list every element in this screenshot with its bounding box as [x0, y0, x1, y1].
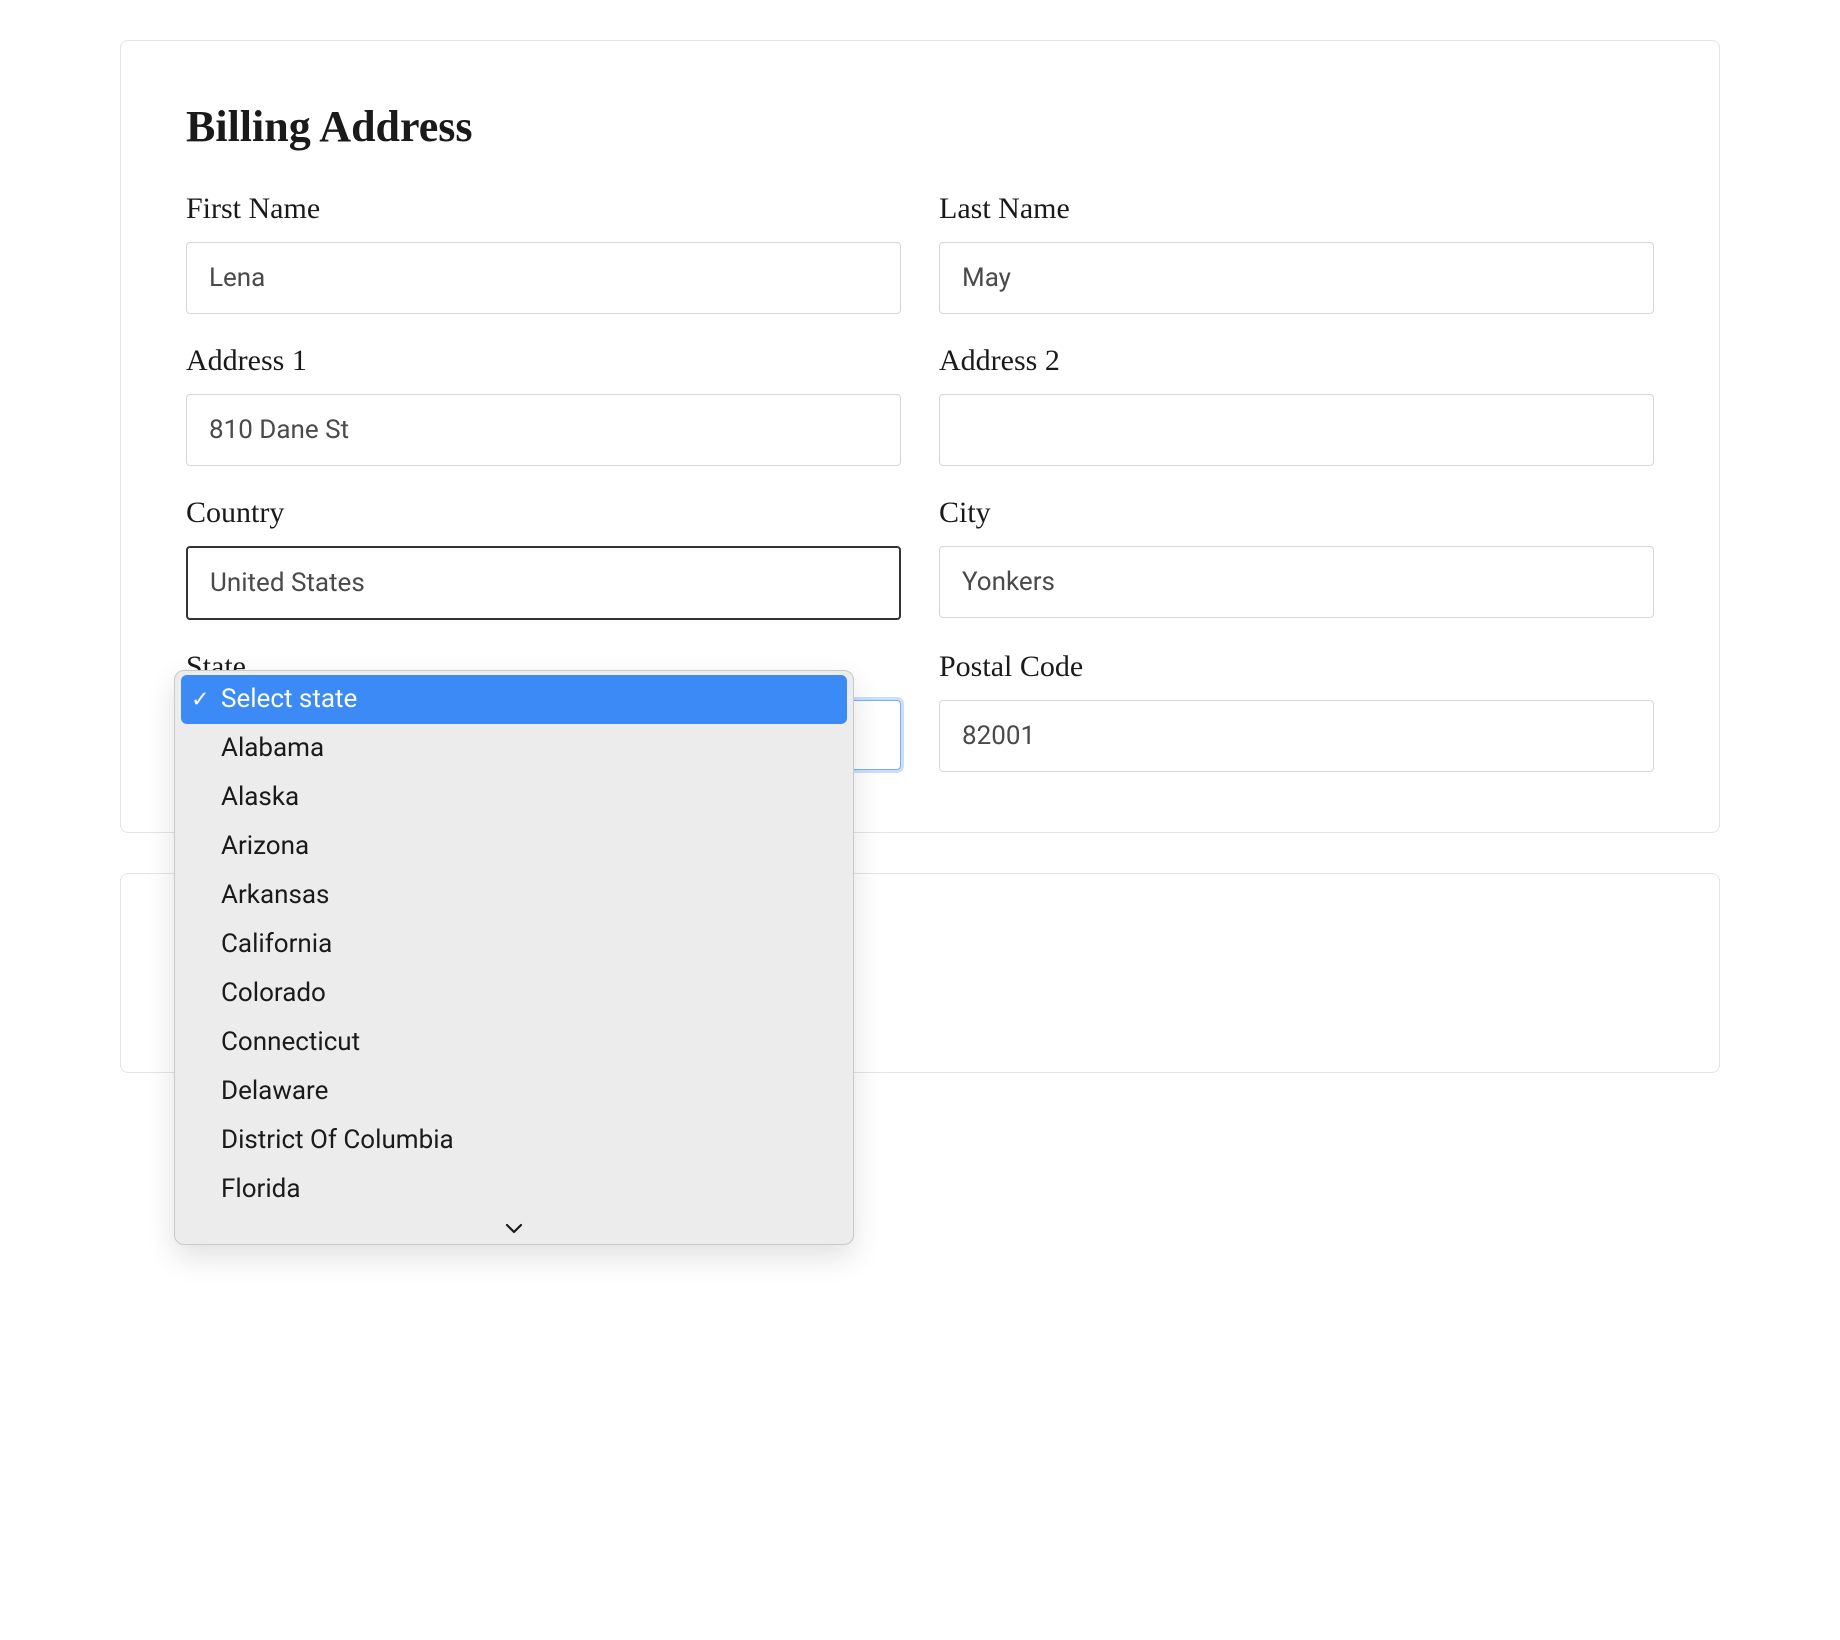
state-option[interactable]: District Of Columbia [181, 1116, 847, 1165]
last-name-group: Last Name [939, 192, 1654, 314]
check-icon: ✓ [191, 683, 209, 716]
state-option[interactable]: Colorado [181, 969, 847, 1018]
state-dropdown[interactable]: ✓ Select state Alabama Alaska Arizona Arkansa… [174, 670, 854, 1245]
postal-code-label: Postal Code [939, 650, 1654, 684]
state-option[interactable]: Arizona [181, 822, 847, 871]
state-option-label: Delaware [221, 1076, 328, 1106]
state-option-label: Arizona [221, 831, 309, 861]
state-option-label: Florida [221, 1174, 300, 1204]
first-name-label: First Name [186, 192, 901, 226]
state-option-label: District Of Columbia [221, 1125, 454, 1155]
address2-input[interactable] [939, 394, 1654, 466]
billing-form-grid: First Name Last Name Address 1 Address 2… [186, 192, 1654, 772]
state-option-label: Alaska [221, 782, 299, 812]
state-option[interactable]: Florida [181, 1165, 847, 1214]
state-option-label: Colorado [221, 978, 326, 1008]
first-name-input[interactable] [186, 242, 901, 314]
last-name-label: Last Name [939, 192, 1654, 226]
billing-address-card: Billing Address First Name Last Name Add… [120, 40, 1720, 833]
state-option-label: Select state [221, 684, 357, 714]
postal-code-input[interactable] [939, 700, 1654, 772]
state-option[interactable]: ✓ Select state [181, 675, 847, 724]
billing-address-title: Billing Address [186, 101, 1654, 152]
country-input[interactable] [186, 546, 901, 620]
state-option[interactable]: Alabama [181, 724, 847, 773]
state-group: State ✓Select stateAlabamaAlaskaArizonaA… [186, 650, 901, 772]
state-option-label: Connecticut [221, 1027, 360, 1057]
first-name-group: First Name [186, 192, 901, 314]
state-option-label: Alabama [221, 733, 324, 763]
state-option[interactable]: California [181, 920, 847, 969]
last-name-input[interactable] [939, 242, 1654, 314]
address2-group: Address 2 [939, 344, 1654, 466]
state-option[interactable]: Connecticut [181, 1018, 847, 1067]
address2-label: Address 2 [939, 344, 1654, 378]
dropdown-scroll-indicator[interactable] [181, 1214, 847, 1238]
address1-input[interactable] [186, 394, 901, 466]
city-label: City [939, 496, 1654, 530]
state-option-label: California [221, 929, 332, 959]
chevron-down-icon [505, 1214, 523, 1239]
city-group: City [939, 496, 1654, 620]
state-option[interactable]: Arkansas [181, 871, 847, 920]
address1-label: Address 1 [186, 344, 901, 378]
state-option-label: Arkansas [221, 880, 329, 910]
address1-group: Address 1 [186, 344, 901, 466]
state-option[interactable]: Delaware [181, 1067, 847, 1116]
state-option[interactable]: Alaska [181, 773, 847, 822]
city-input[interactable] [939, 546, 1654, 618]
country-label: Country [186, 496, 901, 530]
country-group: Country [186, 496, 901, 620]
postal-code-group: Postal Code [939, 650, 1654, 772]
